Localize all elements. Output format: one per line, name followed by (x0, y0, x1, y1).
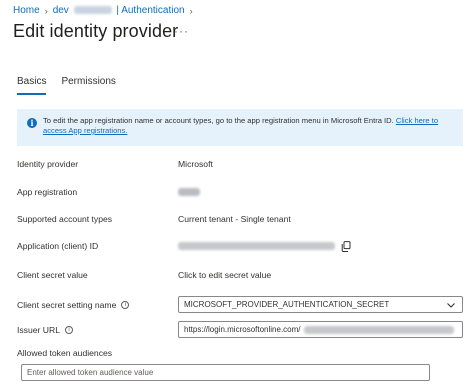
app-registration-row: App registration (17, 187, 467, 197)
help-icon[interactable]: i (64, 326, 73, 334)
edit-secret-link[interactable]: Click to edit secret value (178, 270, 271, 280)
chevron-right-icon: › (189, 5, 193, 16)
issuer-url-value: https://login.microsoftonline.com/ (184, 325, 301, 334)
issuer-url-label-wrap: Issuer URL i (17, 325, 177, 335)
app-registration-value (178, 188, 200, 196)
info-banner: i To edit the app registration name or a… (17, 109, 463, 146)
tab-basics[interactable]: Basics (17, 76, 47, 95)
breadcrumb-app-prefix: dev (52, 5, 69, 16)
chevron-down-icon (447, 303, 455, 308)
breadcrumb-app[interactable]: dev | Authentication (53, 5, 185, 16)
banner-text: To edit the app registration name or acc… (43, 116, 453, 146)
tab-bar: Basics Permissions (17, 76, 131, 95)
breadcrumb-home[interactable]: Home (13, 5, 40, 16)
client-id-label: Application (client) ID (17, 241, 99, 251)
redacted-tenant-id (303, 325, 454, 334)
client-id-row: Application (client) ID (17, 240, 467, 252)
help-icon[interactable]: i (121, 301, 130, 309)
breadcrumb-app-suffix: | Authentication (116, 5, 185, 16)
tab-permissions[interactable]: Permissions (61, 76, 115, 95)
secret-setting-label: Client secret setting name (17, 300, 117, 310)
app-registration-label: App registration (17, 187, 78, 197)
breadcrumb: Home › dev | Authentication › (13, 5, 198, 16)
identity-provider-label: Identity provider (17, 159, 79, 169)
client-secret-row: Client secret value Click to edit secret… (17, 270, 467, 280)
secret-setting-label-wrap: Client secret setting name i (17, 300, 177, 310)
redacted-app-registration (178, 188, 200, 196)
issuer-url-input[interactable]: https://login.microsoftonline.com/ (178, 321, 463, 338)
redacted-client-id (178, 242, 335, 250)
client-secret-label: Client secret value (17, 270, 88, 280)
account-types-row: Supported account types Current tenant -… (17, 214, 467, 224)
audience-placeholder: Enter allowed token audience value (27, 368, 154, 377)
account-types-label: Supported account types (17, 214, 113, 224)
more-options-button[interactable]: ··· (174, 24, 189, 38)
banner-message: To edit the app registration name or acc… (43, 116, 394, 125)
identity-provider-row: Identity provider Microsoft (17, 159, 467, 169)
page-title: Edit identity provider (13, 21, 179, 41)
chevron-right-icon: › (44, 5, 48, 16)
redacted-app-name (73, 6, 112, 15)
account-types-value: Current tenant - Single tenant (178, 214, 291, 224)
secret-setting-value: MICROSOFT_PROVIDER_AUTHENTICATION_SECRET (184, 300, 390, 309)
identity-provider-value: Microsoft (178, 159, 213, 169)
audiences-label: Allowed token audiences (17, 348, 113, 358)
info-icon: i (27, 118, 37, 128)
issuer-url-label: Issuer URL (17, 325, 60, 335)
client-id-value (178, 240, 351, 252)
copy-icon[interactable] (341, 240, 351, 252)
audience-input[interactable]: Enter allowed token audience value (21, 364, 430, 381)
secret-setting-dropdown[interactable]: MICROSOFT_PROVIDER_AUTHENTICATION_SECRET (178, 296, 463, 313)
